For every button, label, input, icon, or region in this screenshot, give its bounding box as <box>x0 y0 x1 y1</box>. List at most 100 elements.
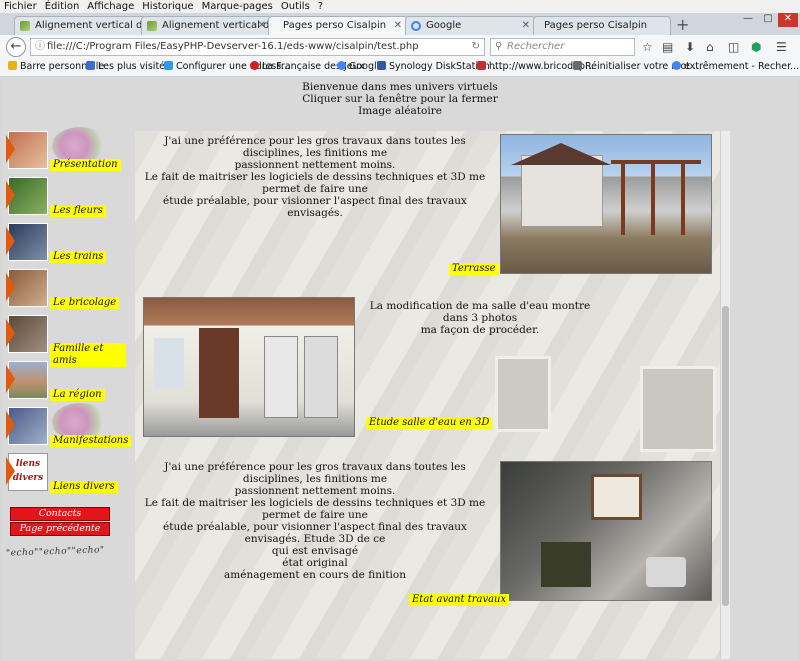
sidebar-item-famille[interactable]: Famille et amis <box>6 313 126 367</box>
sidebar-label: La région <box>50 389 105 401</box>
menu-marque-pages[interactable]: Marque-pages <box>202 0 273 13</box>
menu-help[interactable]: ? <box>318 0 323 13</box>
search-input[interactable]: ⚲ Rechercher <box>490 38 635 56</box>
close-hint-line: Cliquer sur la fenêtre pour la fermer <box>302 93 498 105</box>
google-icon <box>337 61 346 70</box>
search-icon: ⚲ <box>495 41 503 52</box>
new-tab-plus-icon[interactable]: + <box>676 15 689 34</box>
arrow-icon <box>6 365 15 393</box>
terrasse-caption: Terrasse <box>449 263 499 275</box>
minimize-icon[interactable]: — <box>738 13 758 27</box>
sidebar-item-fleurs[interactable]: Les fleurs <box>6 175 126 219</box>
close-window-icon[interactable]: ✕ <box>778 13 798 27</box>
arrow-icon <box>6 411 15 439</box>
synology-icon <box>377 61 386 70</box>
menu-fichier[interactable]: Fichier <box>4 0 37 13</box>
sidebar-item-bricolage[interactable]: Le bricolage <box>6 267 126 311</box>
arrow-icon <box>6 181 15 209</box>
download-icon[interactable]: ⬇ <box>685 40 695 54</box>
content-scrollbar[interactable] <box>720 131 730 659</box>
fdj-icon <box>250 61 259 70</box>
tab-label: Alignement vertical du texte <box>162 20 271 31</box>
menu-edition[interactable]: Édition <box>45 0 80 13</box>
home-icon[interactable]: ⌂ <box>706 40 714 54</box>
leaf-favicon-icon <box>147 21 157 31</box>
etat-avant-photo[interactable] <box>500 461 712 601</box>
sidebar-label: Manifestations <box>50 435 132 447</box>
section-text: La modification de ma salle d'eau montre… <box>369 300 591 336</box>
pocket-icon[interactable]: ◫ <box>728 40 739 54</box>
menu-outils[interactable]: Outils <box>281 0 310 13</box>
section-etat-avant: J'ai une préférence pour les gros travau… <box>135 457 720 617</box>
extension-icon[interactable]: ⬢ <box>751 40 761 54</box>
terrasse-photo[interactable] <box>500 134 712 274</box>
search-placeholder: Rechercher <box>507 41 565 52</box>
tab-alignement-1[interactable]: Alignement vertical du texte ✕ <box>14 16 157 35</box>
salle-eau-3d-render[interactable] <box>143 297 355 437</box>
tab-strip: Alignement vertical du texte ✕ Alignemen… <box>0 13 800 36</box>
previous-page-button[interactable]: Page précédente <box>10 522 110 536</box>
sidebar-item-liens[interactable]: liens divers Liens divers <box>6 451 126 495</box>
tab-pages-perso-active[interactable]: Pages perso Cisalpin ✕ <box>268 16 408 35</box>
arrow-icon <box>6 135 15 163</box>
google-icon <box>672 61 681 70</box>
back-arrow-icon[interactable]: ← <box>6 37 26 57</box>
content-frame: J'ai une préférence pour les gros travau… <box>135 131 720 659</box>
close-tab-icon[interactable]: ✕ <box>258 17 266 35</box>
sidebar-label: Le bricolage <box>50 297 120 309</box>
section-salle-eau: La modification de ma salle d'eau montre… <box>135 294 720 442</box>
folder-icon <box>86 61 95 70</box>
sidebar-item-region[interactable]: La région <box>6 359 126 403</box>
menu-affichage[interactable]: Affichage <box>87 0 134 13</box>
section-text: J'ai une préférence pour les gros travau… <box>144 135 486 219</box>
reload-icon[interactable]: ↻ <box>472 39 480 55</box>
sidebar-label: Les fleurs <box>50 205 106 217</box>
sidebar-label: Liens divers <box>50 481 118 493</box>
arrow-icon <box>6 457 15 485</box>
bookmark-item[interactable]: Les plus visités <box>86 59 170 75</box>
tab-alignement-2[interactable]: Alignement vertical du texte ✕ <box>141 16 272 35</box>
maximize-icon[interactable]: ▢ <box>758 13 778 27</box>
nav-bar: ← ⓘ file:///C:/Program Files/EasyPHP-Dev… <box>0 35 800 59</box>
tab-pages-perso[interactable]: Pages perso Cisalpin <box>533 16 671 35</box>
salle-eau-caption: Etude salle d'eau en 3D <box>366 417 493 429</box>
url-bar[interactable]: ⓘ file:///C:/Program Files/EasyPHP-Devse… <box>30 38 485 56</box>
menu-bar: Fichier Édition Affichage Historique Mar… <box>0 0 800 13</box>
menu-historique[interactable]: Historique <box>142 0 193 13</box>
url-text: file:///C:/Program Files/EasyPHP-Devserv… <box>47 41 419 52</box>
close-tab-icon[interactable]: ✕ <box>522 17 530 35</box>
bookmarks-bar: Barre personnelle Les plus visités Confi… <box>0 59 800 77</box>
tab-label: Alignement vertical du texte <box>35 20 156 31</box>
arrow-icon <box>6 319 15 347</box>
k-icon <box>164 61 173 70</box>
close-tab-icon[interactable]: ✕ <box>394 17 402 35</box>
clipboard-icon[interactable]: ▤ <box>662 40 673 54</box>
sidebar-item-presentation[interactable]: Présentation <box>6 127 126 173</box>
sidebar-label: Présentation <box>50 159 121 171</box>
bricodepot-icon <box>477 61 486 70</box>
arrow-icon <box>6 227 15 255</box>
tab-label: Pages perso Cisalpin <box>544 20 648 31</box>
page-viewport: Bienvenue dans mes univers virtuels Cliq… <box>2 77 798 661</box>
contacts-button[interactable]: Contacts <box>10 507 110 521</box>
tab-label: Pages perso Cisalpin <box>283 20 387 31</box>
section-text: J'ai une préférence pour les gros travau… <box>144 461 486 581</box>
google-favicon-icon <box>411 21 421 31</box>
sidebar-item-trains[interactable]: Les trains <box>6 221 126 265</box>
sidebar-item-manifestations[interactable]: Manifestations <box>6 403 132 449</box>
random-image-line: Image aléatoire <box>358 105 442 117</box>
echo-text: "echo""echo""echo" <box>5 545 105 559</box>
folder-icon <box>8 61 17 70</box>
sidebar-label: Les trains <box>50 251 107 263</box>
hamburger-menu-icon[interactable]: ☰ <box>776 40 787 54</box>
welcome-line: Bienvenue dans mes univers virtuels <box>302 81 498 93</box>
page-icon <box>573 61 582 70</box>
arrow-icon <box>6 273 15 301</box>
scrollbar-thumb[interactable] <box>722 306 729 606</box>
tab-google[interactable]: Google ✕ <box>405 16 536 35</box>
section-terrasse: J'ai une préférence pour les gros travau… <box>135 131 720 279</box>
bookmark-star-icon[interactable]: ☆ <box>642 40 653 54</box>
info-icon: ⓘ <box>35 41 45 52</box>
bookmark-item[interactable]: extrêmement - Recher... <box>672 59 799 75</box>
bookmark-item[interactable]: Google <box>337 59 383 75</box>
